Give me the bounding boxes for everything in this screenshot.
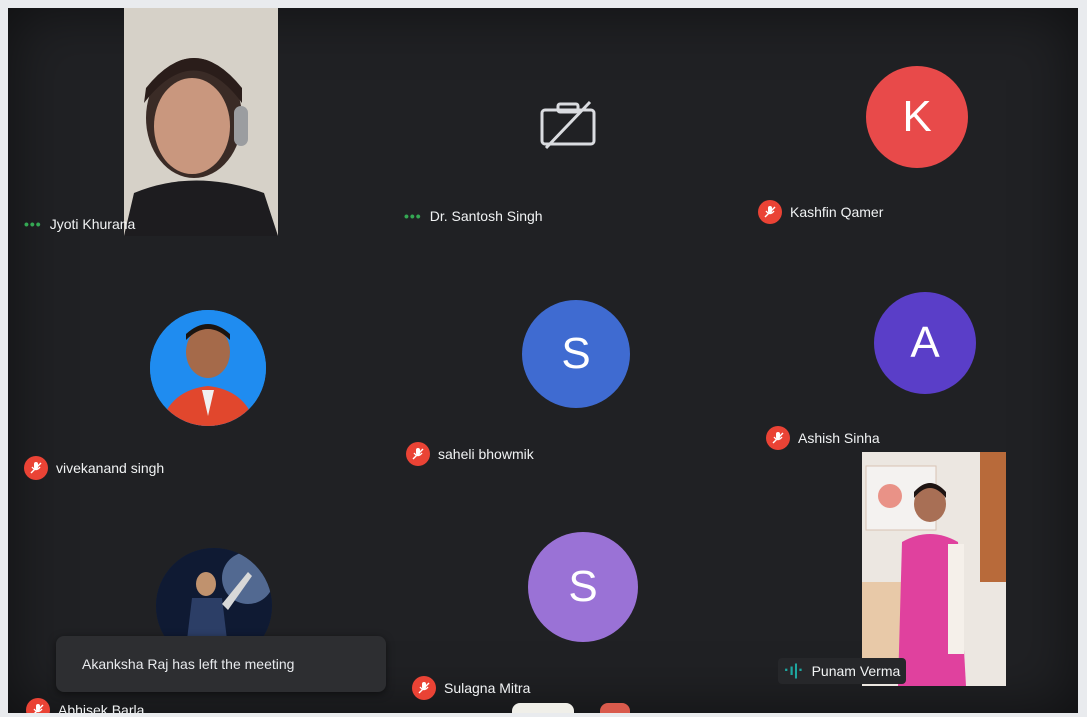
camera-off-icon <box>540 100 596 150</box>
avatar-initial: A <box>874 292 976 394</box>
participant-name-row: vivekanand singh <box>24 456 164 480</box>
avatar-initial: K <box>866 66 968 168</box>
audio-activity-dots-icon: ••• <box>24 216 42 232</box>
participant-name-row: Ashish Sinha <box>766 426 880 450</box>
avatar-initial: S <box>522 300 630 408</box>
mic-off-icon <box>26 698 50 713</box>
participant-video-jyoti-khurana[interactable] <box>124 8 278 236</box>
mic-off-icon <box>24 456 48 480</box>
toast-message: Akanksha Raj has left the meeting <box>82 656 295 672</box>
participant-name: saheli bhowmik <box>438 446 534 462</box>
participant-name: Kashfin Qamer <box>790 204 884 220</box>
participant-name: vivekanand singh <box>56 460 165 476</box>
speaking-audio-icon: ·ı|· <box>784 662 804 679</box>
participant-name: Dr. Santosh Singh <box>429 208 543 224</box>
meeting-grid: ••• Jyoti Khurana ••• Dr. Santosh Singh … <box>8 8 1078 713</box>
mic-off-icon <box>766 426 790 450</box>
participant-name: Abhisek Barla <box>58 702 145 713</box>
participant-name-row: Kashfin Qamer <box>758 200 883 224</box>
participant-photo <box>862 452 1006 686</box>
participant-video-punam-verma[interactable] <box>862 452 1006 686</box>
audio-activity-dots-icon: ••• <box>404 208 422 224</box>
avatar-initial: S <box>528 532 638 642</box>
participant-tile-santosh-singh[interactable] <box>528 94 608 154</box>
toolbar-hint <box>600 703 630 713</box>
participant-name: Sulagna Mitra <box>444 680 531 696</box>
participant-name: Ashish Sinha <box>798 430 880 446</box>
participant-name-row: ••• Dr. Santosh Singh <box>404 208 543 224</box>
participant-name-row: ·ı|· Punam Verma <box>778 658 907 684</box>
meeting-notification-toast: Akanksha Raj has left the meeting <box>56 636 386 692</box>
mic-off-icon <box>406 442 430 466</box>
participant-name-row: Sulagna Mitra <box>412 676 530 700</box>
participant-photo <box>124 8 278 236</box>
toolbar-hint <box>512 703 574 713</box>
participant-name-row: ••• Jyoti Khurana <box>24 216 135 232</box>
mic-off-icon <box>412 676 436 700</box>
participant-profile-photo <box>150 310 266 426</box>
participant-name: Jyoti Khurana <box>49 216 136 232</box>
participant-name: Punam Verma <box>811 663 901 679</box>
mic-off-icon <box>758 200 782 224</box>
participant-name-row: Abhisek Barla <box>26 698 144 713</box>
participant-name-row: saheli bhowmik <box>406 442 534 466</box>
